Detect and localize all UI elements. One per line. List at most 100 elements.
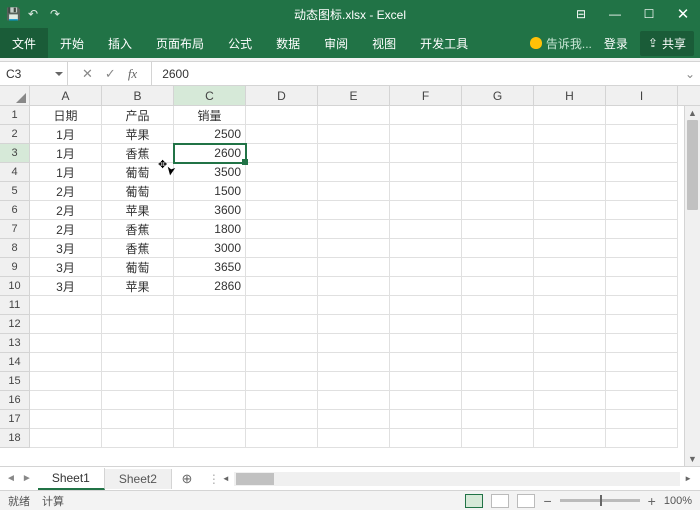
column-header-C[interactable]: C [174,86,246,105]
row-header-1[interactable]: 1 [0,106,30,125]
cell-A11[interactable] [30,296,102,315]
row-header-10[interactable]: 10 [0,277,30,296]
tab-home[interactable]: 开始 [48,28,96,58]
maximize-icon[interactable]: ☐ [632,0,666,28]
cell-I16[interactable] [606,391,678,410]
cell-D11[interactable] [246,296,318,315]
column-header-F[interactable]: F [390,86,462,105]
cell-G18[interactable] [462,429,534,448]
cell-G15[interactable] [462,372,534,391]
cell-I15[interactable] [606,372,678,391]
cell-B13[interactable] [102,334,174,353]
cell-A13[interactable] [30,334,102,353]
cell-C15[interactable] [174,372,246,391]
cell-B15[interactable] [102,372,174,391]
cell-C9[interactable]: 3650 [174,258,246,277]
cell-G8[interactable] [462,239,534,258]
cell-E8[interactable] [318,239,390,258]
cell-I8[interactable] [606,239,678,258]
cancel-icon[interactable]: ✕ [82,66,93,82]
cell-I9[interactable] [606,258,678,277]
cell-A14[interactable] [30,353,102,372]
row-header-4[interactable]: 4 [0,163,30,182]
cell-D18[interactable] [246,429,318,448]
cell-I3[interactable] [606,144,678,163]
enter-icon[interactable]: ✓ [105,66,116,82]
cell-I17[interactable] [606,410,678,429]
cell-E3[interactable] [318,144,390,163]
cell-F11[interactable] [390,296,462,315]
view-normal-icon[interactable] [465,494,483,508]
cell-H5[interactable] [534,182,606,201]
cell-G6[interactable] [462,201,534,220]
cell-G9[interactable] [462,258,534,277]
cell-A17[interactable] [30,410,102,429]
scroll-up-icon[interactable]: ▲ [685,106,700,120]
column-header-I[interactable]: I [606,86,678,105]
cell-E5[interactable] [318,182,390,201]
cell-H3[interactable] [534,144,606,163]
horizontal-scrollbar[interactable] [234,472,680,486]
cell-F1[interactable] [390,106,462,125]
tab-formulas[interactable]: 公式 [216,28,264,58]
cell-D8[interactable] [246,239,318,258]
sheet-tab-1[interactable]: Sheet1 [38,468,105,490]
cell-D10[interactable] [246,277,318,296]
cell-D4[interactable] [246,163,318,182]
cell-F18[interactable] [390,429,462,448]
cell-A16[interactable] [30,391,102,410]
cell-B5[interactable]: 葡萄 [102,182,174,201]
row-header-14[interactable]: 14 [0,353,30,372]
cell-C7[interactable]: 1800 [174,220,246,239]
cell-C11[interactable] [174,296,246,315]
sheet-tab-2[interactable]: Sheet2 [105,469,172,489]
cell-F12[interactable] [390,315,462,334]
cell-A18[interactable] [30,429,102,448]
cell-I1[interactable] [606,106,678,125]
cell-C3[interactable]: 2600 [174,144,246,163]
cell-E12[interactable] [318,315,390,334]
cell-H16[interactable] [534,391,606,410]
cell-B14[interactable] [102,353,174,372]
cell-B4[interactable]: 葡萄 [102,163,174,182]
cell-G4[interactable] [462,163,534,182]
cell-C17[interactable] [174,410,246,429]
cell-A9[interactable]: 3月 [30,258,102,277]
cell-B11[interactable] [102,296,174,315]
cell-G3[interactable] [462,144,534,163]
row-header-8[interactable]: 8 [0,239,30,258]
row-header-5[interactable]: 5 [0,182,30,201]
cell-E1[interactable] [318,106,390,125]
tab-developer[interactable]: 开发工具 [408,28,480,58]
cell-E2[interactable] [318,125,390,144]
cell-A5[interactable]: 2月 [30,182,102,201]
zoom-in-button[interactable]: + [648,493,656,509]
cell-G13[interactable] [462,334,534,353]
undo-icon[interactable]: ↶ [28,7,42,21]
column-header-B[interactable]: B [102,86,174,105]
cell-E18[interactable] [318,429,390,448]
cell-A3[interactable]: 1月 [30,144,102,163]
tab-review[interactable]: 审阅 [312,28,360,58]
row-header-12[interactable]: 12 [0,315,30,334]
share-button[interactable]: ⇪共享 [640,31,694,56]
cell-C12[interactable] [174,315,246,334]
login-link[interactable]: 登录 [596,28,636,58]
cell-D5[interactable] [246,182,318,201]
cell-H10[interactable] [534,277,606,296]
cell-E9[interactable] [318,258,390,277]
tab-view[interactable]: 视图 [360,28,408,58]
cell-A8[interactable]: 3月 [30,239,102,258]
cell-A12[interactable] [30,315,102,334]
tab-data[interactable]: 数据 [264,28,312,58]
select-all-corner[interactable] [0,86,30,105]
tab-pagelayout[interactable]: 页面布局 [144,28,216,58]
formula-bar[interactable]: 2600 [152,62,680,85]
cell-A7[interactable]: 2月 [30,220,102,239]
cell-D16[interactable] [246,391,318,410]
cell-G10[interactable] [462,277,534,296]
cell-D3[interactable] [246,144,318,163]
cell-E4[interactable] [318,163,390,182]
sheet-nav[interactable]: ◄► [0,473,38,484]
cell-H14[interactable] [534,353,606,372]
